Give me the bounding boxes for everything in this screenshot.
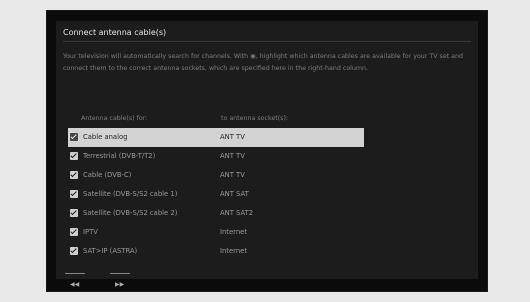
setup-dialog: Connect antenna cable(s) Your television… xyxy=(56,21,478,288)
dialog-title: Connect antenna cable(s) xyxy=(63,28,167,37)
cable-label: Satellite (DVB-S/S2 cable 1) xyxy=(83,190,178,198)
cable-row-iptv[interactable]: IPTV Internet xyxy=(68,223,364,242)
back-button[interactable]: ◀◀ xyxy=(65,273,89,293)
cable-row-satip[interactable]: SAT>IP (ASTRA) Internet xyxy=(68,242,364,261)
next-button[interactable]: ▶▶ xyxy=(110,273,134,293)
checkbox[interactable] xyxy=(70,247,78,255)
cable-row-satellite-1[interactable]: Satellite (DVB-S/S2 cable 1) ANT SAT xyxy=(68,185,364,204)
cable-row-satellite-2[interactable]: Satellite (DVB-S/S2 cable 2) ANT SAT2 xyxy=(68,204,364,223)
title-divider xyxy=(63,41,471,42)
checkbox[interactable] xyxy=(70,152,78,160)
forward-icon: ▶▶ xyxy=(115,281,125,288)
checkbox[interactable] xyxy=(70,171,78,179)
checkbox[interactable] xyxy=(70,228,78,236)
cable-label: Satellite (DVB-S/S2 cable 2) xyxy=(83,209,178,217)
cable-label: Terrestrial (DVB-T/T2) xyxy=(83,152,156,160)
checkbox[interactable] xyxy=(70,133,78,141)
cable-label: Cable analog xyxy=(83,133,128,141)
socket-label: ANT TV xyxy=(220,171,245,179)
socket-label: Internet xyxy=(220,247,247,255)
cable-label: SAT>IP (ASTRA) xyxy=(83,247,138,255)
column-header-socket: to antenna socket(s): xyxy=(221,115,289,122)
checkbox[interactable] xyxy=(70,209,78,217)
dialog-instructions: Your television will automatically searc… xyxy=(63,53,464,72)
cable-row-terrestrial[interactable]: Terrestrial (DVB-T/T2) ANT TV xyxy=(68,147,364,166)
cable-label: Cable (DVB-C) xyxy=(83,171,132,179)
column-header-cable: Antenna cable(s) for: xyxy=(81,115,148,122)
checkbox[interactable] xyxy=(70,190,78,198)
cable-row-cable-analog[interactable]: Cable analog ANT TV xyxy=(68,128,364,147)
next-button-bar xyxy=(110,273,130,274)
tv-screen: Connect antenna cable(s) Your television… xyxy=(46,10,488,292)
socket-label: ANT TV xyxy=(220,133,245,141)
rewind-icon: ◀◀ xyxy=(70,281,80,288)
socket-label: ANT SAT xyxy=(220,190,249,198)
socket-label: ANT SAT2 xyxy=(220,209,254,217)
back-button-bar xyxy=(65,273,85,274)
socket-label: Internet xyxy=(220,228,247,236)
cable-row-cable-dvbc[interactable]: Cable (DVB-C) ANT TV xyxy=(68,166,364,185)
cable-label: IPTV xyxy=(83,228,98,236)
socket-label: ANT TV xyxy=(220,152,245,160)
antenna-cable-list: Cable analog ANT TV Terrestrial (DVB-T/T… xyxy=(68,128,364,261)
